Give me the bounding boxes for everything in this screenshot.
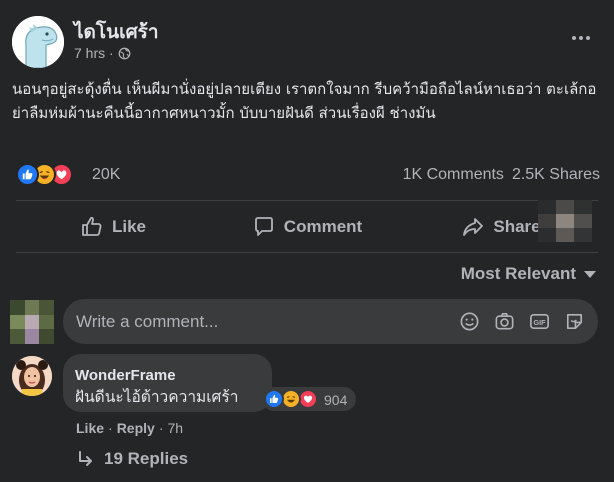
view-replies-button[interactable]: 19 Replies (76, 449, 188, 469)
comment-tools: GIF (458, 310, 586, 333)
post-meta: 7 hrs · (74, 45, 131, 61)
like-icon (16, 163, 39, 186)
comment-reaction-count: 904 (324, 392, 348, 408)
commenter-name[interactable]: WonderFrame (75, 367, 176, 384)
comment-reactions[interactable]: 904 (262, 387, 356, 411)
share-label: Share (493, 217, 541, 236)
comment-bubble: WonderFrame ฝันดีนะไอ้ต้าวความเศร้า (63, 354, 272, 412)
thumbs-up-icon (82, 216, 102, 236)
post-actions: Like Comment Share (16, 204, 598, 250)
comment-reply-link[interactable]: Reply (117, 420, 155, 436)
sort-comments-dropdown[interactable]: Most Relevant (461, 264, 596, 284)
sort-label: Most Relevant (460, 264, 576, 283)
divider (16, 200, 598, 201)
reaction-count[interactable]: 20K (92, 166, 120, 184)
page-name[interactable]: ไดโนเศร้า (74, 17, 159, 47)
replies-label: 19 Replies (104, 449, 189, 468)
comment-label: Comment (283, 217, 363, 236)
svg-text:GIF: GIF (534, 319, 547, 327)
comment-like-link[interactable]: Like (76, 420, 104, 436)
comment-placeholder: Write a comment... (76, 312, 219, 331)
comment-actions: Like · Reply · 7h (76, 420, 183, 436)
shares-count[interactable]: 2.5K Shares (512, 166, 600, 184)
reaction-icons[interactable] (16, 163, 88, 187)
caret-down-icon (584, 270, 596, 278)
blurred-avatar (538, 200, 592, 242)
comment-age[interactable]: 7h (167, 420, 183, 436)
reactions-bar: 20K 1K Comments 2.5K Shares (16, 162, 600, 188)
love-icon (298, 389, 318, 409)
sticker-icon[interactable] (563, 310, 586, 333)
engagement-counts: 1K Comments 2.5K Shares (403, 166, 600, 184)
post-text: นอนๆอยู่สะดุ้งตื่น เห็นผีมานั่งอยู่ปลายเ… (12, 80, 597, 122)
haha-icon (281, 389, 301, 409)
separator-dot: · (158, 420, 164, 436)
emoji-icon[interactable] (458, 310, 481, 333)
comment-input[interactable]: Write a comment... GIF (63, 299, 598, 344)
divider (16, 252, 598, 253)
comment-button[interactable]: Comment (210, 204, 404, 250)
user-avatar[interactable] (10, 300, 54, 344)
comment-icon (254, 217, 273, 236)
commenter-avatar[interactable] (12, 356, 52, 396)
reply-arrow-icon (79, 451, 92, 466)
dot-icon (586, 36, 590, 40)
gif-icon[interactable]: GIF (528, 310, 551, 333)
like-label: Like (111, 217, 147, 236)
separator-dot: · (108, 420, 113, 436)
like-button[interactable]: Like (16, 204, 210, 250)
post-header: ไดโนเศร้า 7 hrs · (0, 0, 614, 70)
dinosaur-icon (12, 16, 64, 68)
post-timestamp[interactable]: 7 hrs · (74, 45, 114, 61)
more-options-button[interactable] (566, 28, 596, 48)
like-icon (264, 389, 284, 409)
globe-icon (118, 47, 131, 59)
camera-icon[interactable] (493, 310, 516, 333)
dot-icon (579, 36, 583, 40)
comment-text: ฝันดีนะไอ้ต้าวความเศร้า (75, 388, 239, 406)
page-avatar[interactable] (12, 16, 64, 68)
comments-count[interactable]: 1K Comments (403, 166, 504, 184)
share-icon (463, 218, 484, 236)
dot-icon (572, 36, 576, 40)
